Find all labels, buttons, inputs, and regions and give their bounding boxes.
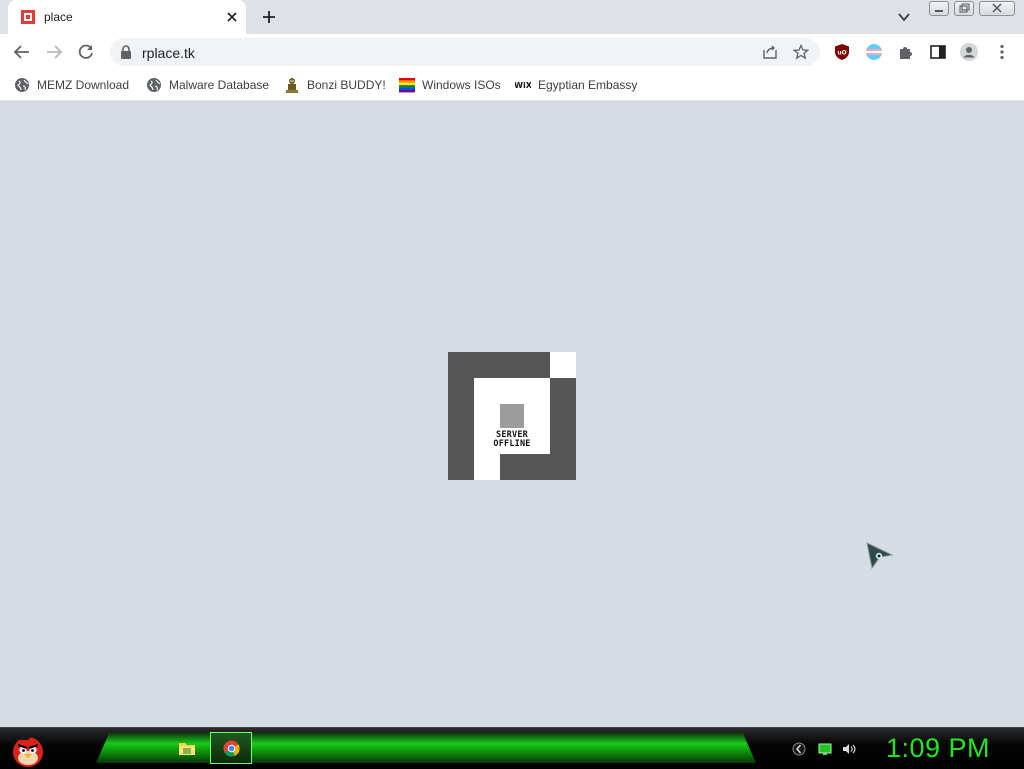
bookmark-star-icon[interactable] [793, 44, 809, 60]
start-angry-bird-icon[interactable] [8, 728, 48, 768]
page-content: SERVER OFFLINE [0, 101, 1024, 727]
close-window-button[interactable] [979, 1, 1015, 16]
offline-label-line: OFFLINE [493, 439, 531, 449]
new-tab-icon[interactable] [261, 9, 277, 25]
lock-icon[interactable] [120, 45, 132, 59]
restore-icon [959, 3, 970, 13]
volume-icon[interactable] [842, 742, 856, 756]
close-window-icon [992, 3, 1002, 13]
taskbar-clock[interactable]: 1:09 PM [886, 733, 990, 764]
tab-strip: place [0, 0, 1024, 34]
bookmark-memz-download[interactable]: MEMZ Download [14, 76, 129, 94]
tray-network-icon[interactable] [792, 742, 806, 756]
flag-extension-icon[interactable] [865, 43, 883, 61]
forward-icon[interactable] [45, 43, 63, 61]
globe-icon [147, 78, 161, 92]
bookmark-label: MEMZ Download [37, 78, 130, 92]
globe-icon [15, 78, 29, 92]
wix-icon: WiX [515, 81, 531, 90]
address-bar[interactable]: rplace.tk [110, 38, 820, 66]
share-icon[interactable] [762, 44, 778, 60]
svg-text:WiX: WiX [515, 81, 531, 90]
bookmark-malware-database[interactable]: Malware Database [146, 76, 269, 94]
bookmark-egyptian-embassy[interactable]: WiX Egyptian Embassy [515, 76, 637, 94]
bookmark-windows-isos[interactable]: Windows ISOs [399, 76, 501, 94]
profile-avatar-icon[interactable] [960, 43, 978, 61]
bonzi-icon [286, 78, 298, 93]
more-menu-icon[interactable] [993, 43, 1011, 61]
bookmark-label: Bonzi BUDDY! [307, 78, 386, 92]
rainbow-flag-icon [399, 78, 415, 93]
restore-button[interactable] [954, 1, 974, 16]
reload-icon[interactable] [77, 43, 95, 61]
svg-text:uO: uO [837, 50, 846, 57]
side-panel-icon[interactable] [929, 43, 947, 61]
taskbar: 1:09 PM [0, 727, 1024, 769]
bookmark-label: Malware Database [169, 78, 270, 92]
bookmark-bonzi-buddy[interactable]: Bonzi BUDDY! [284, 76, 386, 94]
tab-title: place [44, 10, 73, 24]
bookmark-label: Windows ISOs [422, 78, 501, 92]
tray-monitor-icon[interactable] [818, 742, 832, 756]
taskbar-chrome-button[interactable] [210, 732, 252, 764]
chrome-icon [223, 740, 240, 757]
minimize-icon [935, 10, 943, 12]
file-explorer-icon[interactable] [178, 740, 196, 756]
tab-place[interactable]: place [8, 0, 246, 34]
chevron-down-icon[interactable] [897, 10, 911, 24]
toolbar: rplace.tk uO [0, 34, 1024, 70]
place-favicon-icon [21, 10, 35, 24]
bookmarks-bar: MEMZ Download Malware Database Bonzi BUD… [0, 70, 1024, 100]
back-icon[interactable] [13, 43, 31, 61]
ublock-icon[interactable]: uO [833, 43, 851, 61]
bookmark-label: Egyptian Embassy [538, 78, 638, 92]
minimize-button[interactable] [929, 1, 949, 16]
mouse-cursor-icon [866, 542, 894, 570]
url-text[interactable]: rplace.tk [142, 45, 195, 61]
extensions-puzzle-icon[interactable] [897, 43, 915, 61]
close-tab-icon[interactable] [224, 9, 240, 25]
place-logo [448, 352, 576, 480]
server-offline-label: SERVER OFFLINE [486, 431, 538, 449]
